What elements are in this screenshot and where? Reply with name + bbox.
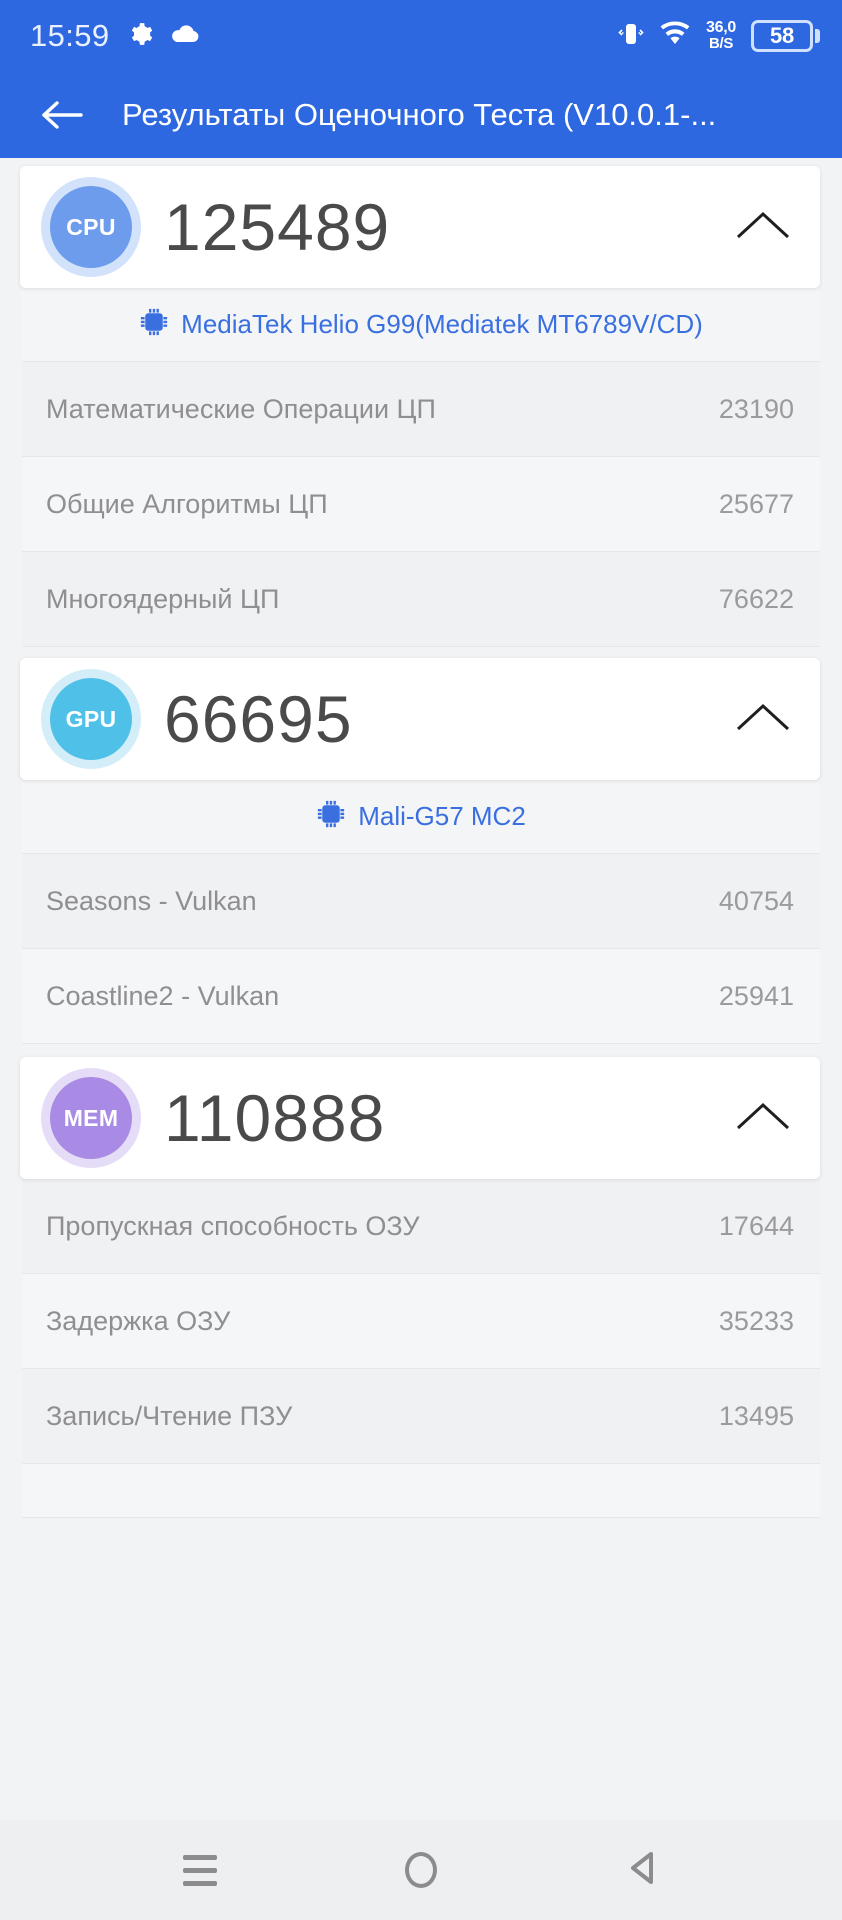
wifi-icon — [659, 20, 691, 52]
row-label: Пропускная способность ОЗУ — [46, 1210, 420, 1241]
row-value: 76622 — [718, 583, 794, 614]
mem-total-score: 110888 — [164, 1081, 386, 1155]
recents-button[interactable] — [155, 1835, 245, 1905]
cpu-chip-icon — [139, 307, 169, 342]
table-row[interactable]: Coastline2 - Vulkan 25941 — [22, 949, 820, 1044]
row-value: 35233 — [718, 1305, 794, 1336]
row-label: Seasons - Vulkan — [46, 885, 257, 916]
page-title: Результаты Оценочного Теста (V10.0.1-... — [122, 97, 717, 132]
badge-label: GPU — [65, 705, 117, 732]
home-button[interactable] — [376, 1835, 466, 1905]
gear-icon — [127, 21, 153, 52]
results-list[interactable]: CPU 125489 MediaTek Helio G99(Mediatek M… — [0, 158, 842, 1820]
gpu-chip-icon — [316, 799, 346, 834]
network-speed: 36,0 B/S — [706, 20, 736, 52]
app-bar: Результаты Оценочного Теста (V10.0.1-... — [0, 72, 842, 158]
status-bar: 15:59 36,0 B/S 58 — [0, 0, 842, 72]
gpu-chip-name[interactable]: Mali-G57 MC2 — [358, 801, 526, 832]
table-row[interactable]: Seasons - Vulkan 40754 — [22, 854, 820, 949]
row-label: Многоядерный ЦП — [46, 583, 280, 614]
table-row[interactable]: Общие Алгоритмы ЦП 25677 — [22, 457, 820, 552]
triangle-left-icon — [623, 1848, 661, 1893]
row-label: Coastline2 - Vulkan — [46, 980, 280, 1011]
cpu-chip-row[interactable]: MediaTek Helio G99(Mediatek MT6789V/CD) — [22, 288, 820, 362]
gpu-total-score: 66695 — [164, 682, 353, 756]
mem-badge-icon: MEM — [50, 1077, 132, 1159]
cpu-total-score: 125489 — [164, 190, 391, 264]
row-label: Запись/Чтение ПЗУ — [46, 1400, 293, 1431]
circle-icon — [404, 1852, 437, 1888]
table-row[interactable]: Пропускная способность ОЗУ 17644 — [22, 1179, 820, 1274]
network-speed-value: 36,0 — [706, 19, 736, 36]
table-row[interactable]: Запись/Чтение ПЗУ 13495 — [22, 1369, 820, 1464]
table-row[interactable]: Математические Операции ЦП 23190 — [22, 362, 820, 457]
list-bottom-edge — [22, 1464, 820, 1518]
cpu-chip-name[interactable]: MediaTek Helio G99(Mediatek MT6789V/CD) — [181, 309, 703, 340]
status-bar-right: 36,0 B/S 58 — [618, 19, 820, 54]
table-row[interactable]: Многоядерный ЦП 76622 — [22, 552, 820, 647]
benchmark-results-screen: 15:59 36,0 B/S 58 Результаты Оценочного … — [0, 0, 842, 1920]
chevron-up-icon[interactable] — [732, 1096, 794, 1141]
chevron-up-icon[interactable] — [732, 697, 794, 742]
row-value: 23190 — [718, 393, 794, 424]
badge-label: MEM — [63, 1104, 119, 1131]
table-row[interactable]: Задержка ОЗУ 35233 — [22, 1274, 820, 1369]
row-label: Математические Операции ЦП — [46, 393, 436, 424]
gpu-chip-row[interactable]: Mali-G57 MC2 — [22, 780, 820, 854]
row-label: Общие Алгоритмы ЦП — [46, 488, 328, 519]
menu-icon — [183, 1854, 218, 1886]
row-value: 13495 — [718, 1400, 794, 1431]
status-bar-left: 15:59 — [30, 18, 200, 54]
system-navigation-bar — [0, 1820, 842, 1920]
battery-cap-icon — [815, 29, 820, 43]
gpu-badge-icon: GPU — [50, 678, 132, 760]
row-value: 17644 — [718, 1210, 794, 1241]
row-value: 25677 — [718, 488, 794, 519]
cpu-badge-icon: CPU — [50, 186, 132, 268]
vibrate-icon — [618, 19, 644, 54]
section-header-mem[interactable]: MEM 110888 — [20, 1057, 820, 1179]
row-value: 25941 — [718, 980, 794, 1011]
row-value: 40754 — [718, 885, 794, 916]
section-header-cpu[interactable]: CPU 125489 — [20, 166, 820, 288]
section-header-gpu[interactable]: GPU 66695 — [20, 658, 820, 780]
clock: 15:59 — [30, 18, 110, 53]
cloud-icon — [170, 24, 200, 49]
network-speed-unit: B/S — [708, 35, 734, 52]
badge-label: CPU — [66, 213, 116, 240]
chevron-up-icon[interactable] — [732, 205, 794, 250]
row-label: Задержка ОЗУ — [46, 1305, 231, 1336]
battery-indicator: 58 — [751, 20, 820, 52]
back-arrow-icon[interactable] — [34, 87, 90, 143]
battery-level: 58 — [769, 23, 795, 48]
back-button[interactable] — [597, 1835, 687, 1905]
